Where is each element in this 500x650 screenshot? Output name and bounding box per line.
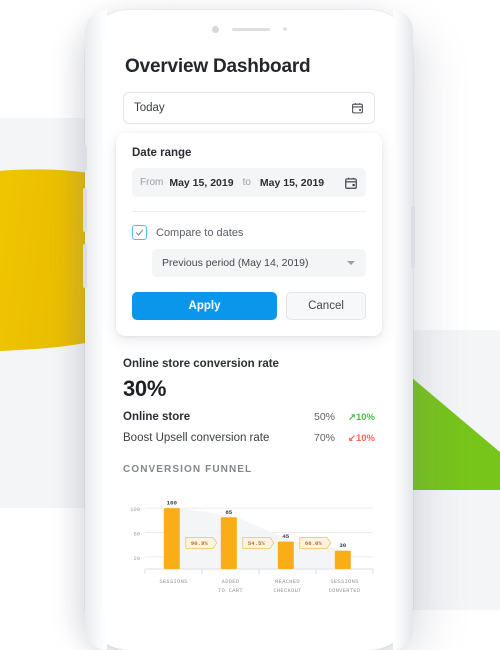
dialog-heading: Date range xyxy=(132,147,192,159)
stats-headline-value: 30% xyxy=(123,376,167,401)
funnel-step-label: 54.5% xyxy=(248,540,265,547)
to-label: to xyxy=(242,177,251,188)
volume-up-button[interactable] xyxy=(83,188,87,232)
stat-delta-down: ↙10% xyxy=(335,433,375,444)
silent-switch[interactable] xyxy=(83,145,87,171)
speaker-grill-icon xyxy=(231,27,270,31)
funnel-step-label: 66.0% xyxy=(305,540,322,547)
compare-period-select[interactable]: Previous period (May 14, 2019) xyxy=(152,249,366,277)
stat-delta-value: 10% xyxy=(355,412,375,423)
y-tick-label: 20 xyxy=(134,556,140,562)
from-label: From xyxy=(140,177,164,188)
apply-button[interactable]: Apply xyxy=(132,292,277,320)
y-tick-label: 100 xyxy=(130,507,140,513)
calendar-icon[interactable] xyxy=(344,176,358,190)
stat-delta-up: ↗10% xyxy=(335,412,375,423)
date-range-dialog: Date range From May 15, 2019 to May 15, … xyxy=(116,133,382,336)
to-date-field[interactable]: May 15, 2019 xyxy=(260,177,324,189)
chart-title: CONVERSION FUNNEL xyxy=(123,464,253,475)
date-preset-select[interactable]: Today xyxy=(123,92,375,124)
bar-value-label: 100 xyxy=(167,500,178,507)
stat-name: Boost Upsell conversion rate xyxy=(123,432,270,444)
bar[interactable] xyxy=(163,508,180,569)
x-axis-label: ADDED xyxy=(222,579,240,585)
cancel-button[interactable]: Cancel xyxy=(286,292,366,320)
proximity-sensor-icon xyxy=(282,27,287,31)
date-preset-value: Today xyxy=(134,102,165,114)
dialog-divider xyxy=(132,211,366,212)
chart-plot-area: 20 60 100 100 85 45 30 90.9% 54.5% 66.0% SESSIONS A… xyxy=(123,487,375,599)
conversion-stats-block: Online store conversion rate 30% Online … xyxy=(123,358,375,444)
bar[interactable] xyxy=(277,541,294,569)
power-button[interactable] xyxy=(411,206,415,268)
x-axis-label: TO CART xyxy=(218,588,243,594)
x-axis-label: CONVERTED xyxy=(329,588,361,594)
stat-value: 70% xyxy=(313,432,335,444)
phone-edge-right xyxy=(393,10,413,650)
bar-value-label: 30 xyxy=(339,542,346,549)
stat-name: Online store xyxy=(123,411,191,423)
compare-period-value: Previous period (May 14, 2019) xyxy=(162,257,309,269)
stat-row: Boost Upsell conversion rate 70% ↙10% xyxy=(123,432,375,444)
bar-value-label: 45 xyxy=(282,533,289,540)
phone-mockup: Overview Dashboard Today Date range From… xyxy=(83,10,415,650)
front-camera-icon xyxy=(211,25,219,33)
phone-screen: Overview Dashboard Today Date range From… xyxy=(103,38,395,636)
compare-to-dates-row[interactable]: Compare to dates xyxy=(132,225,366,240)
x-axis-label: SESSIONS xyxy=(159,579,187,585)
bar[interactable] xyxy=(334,550,351,569)
y-tick-label: 60 xyxy=(134,531,140,537)
stat-value: 50% xyxy=(313,411,335,423)
trend-up-icon: ↗ xyxy=(348,412,356,423)
bar[interactable] xyxy=(220,517,237,569)
x-axis-label: REACHED xyxy=(275,579,300,585)
date-range-inputs[interactable]: From May 15, 2019 to May 15, 2019 xyxy=(132,168,366,197)
volume-down-button[interactable] xyxy=(83,244,87,288)
calendar-icon[interactable] xyxy=(351,102,364,115)
dialog-actions: Apply Cancel xyxy=(132,292,366,320)
x-axis-label: SESSIONS xyxy=(330,579,358,585)
stats-title: Online store conversion rate xyxy=(123,358,279,370)
bar-value-label: 85 xyxy=(225,509,232,516)
compare-checkbox[interactable] xyxy=(132,225,147,240)
stat-delta-value: 10% xyxy=(355,433,375,444)
chart-svg: 20 60 100 100 85 45 30 90.9% 54.5% 66.0% SESSIONS A… xyxy=(130,500,374,594)
from-date-field[interactable]: May 15, 2019 xyxy=(169,177,233,189)
trend-down-icon: ↙ xyxy=(348,433,356,444)
funnel-step-label: 90.9% xyxy=(191,540,208,547)
stat-row: Online store 50% ↗10% xyxy=(123,411,375,423)
page-title: Overview Dashboard xyxy=(125,56,311,77)
compare-checkbox-label: Compare to dates xyxy=(156,226,244,239)
x-axis-label: CHECKOUT xyxy=(273,588,302,594)
chevron-down-icon[interactable] xyxy=(347,261,355,265)
conversion-funnel-chart: CONVERSION FUNNEL 20 60 100 100 85 45 30 90.9% 5… xyxy=(123,464,375,599)
